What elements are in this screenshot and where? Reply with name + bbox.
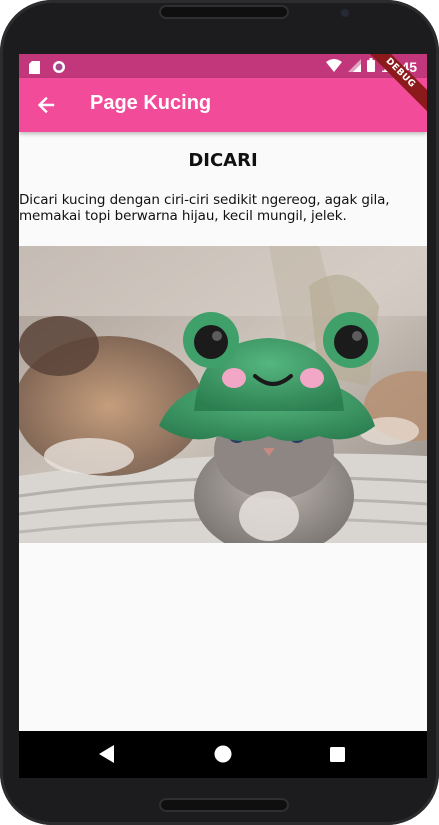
nav-home-button[interactable] — [214, 745, 232, 767]
front-camera — [341, 9, 349, 17]
app-notification-icon — [52, 59, 66, 78]
top-speaker — [159, 5, 289, 19]
signal-icon — [348, 57, 362, 76]
back-button[interactable] — [31, 90, 61, 120]
status-bar: 12:45 — [19, 54, 427, 78]
system-nav-bar — [19, 731, 427, 778]
home-circle-icon — [214, 745, 232, 763]
cat-description: Dicari kucing dengan ciri-ciri sedikit n… — [19, 192, 390, 224]
wifi-icon — [326, 57, 343, 76]
bottom-speaker — [159, 798, 289, 812]
recents-square-icon — [330, 747, 345, 762]
cat-photo — [19, 246, 427, 556]
back-triangle-icon — [99, 745, 114, 763]
arrow-left-icon — [37, 96, 55, 114]
nav-back-button[interactable] — [99, 745, 115, 767]
app-bar: Page Kucing — [19, 78, 427, 132]
sd-card-icon — [29, 59, 40, 78]
battery-icon — [367, 57, 376, 76]
nav-recents-button[interactable] — [330, 747, 345, 766]
wanted-heading: DICARI — [188, 150, 258, 171]
app-screen: 12:45 Page Kucing DEBUG DICARI Dicari ku… — [19, 54, 427, 731]
page-title: Page Kucing — [90, 92, 212, 114]
